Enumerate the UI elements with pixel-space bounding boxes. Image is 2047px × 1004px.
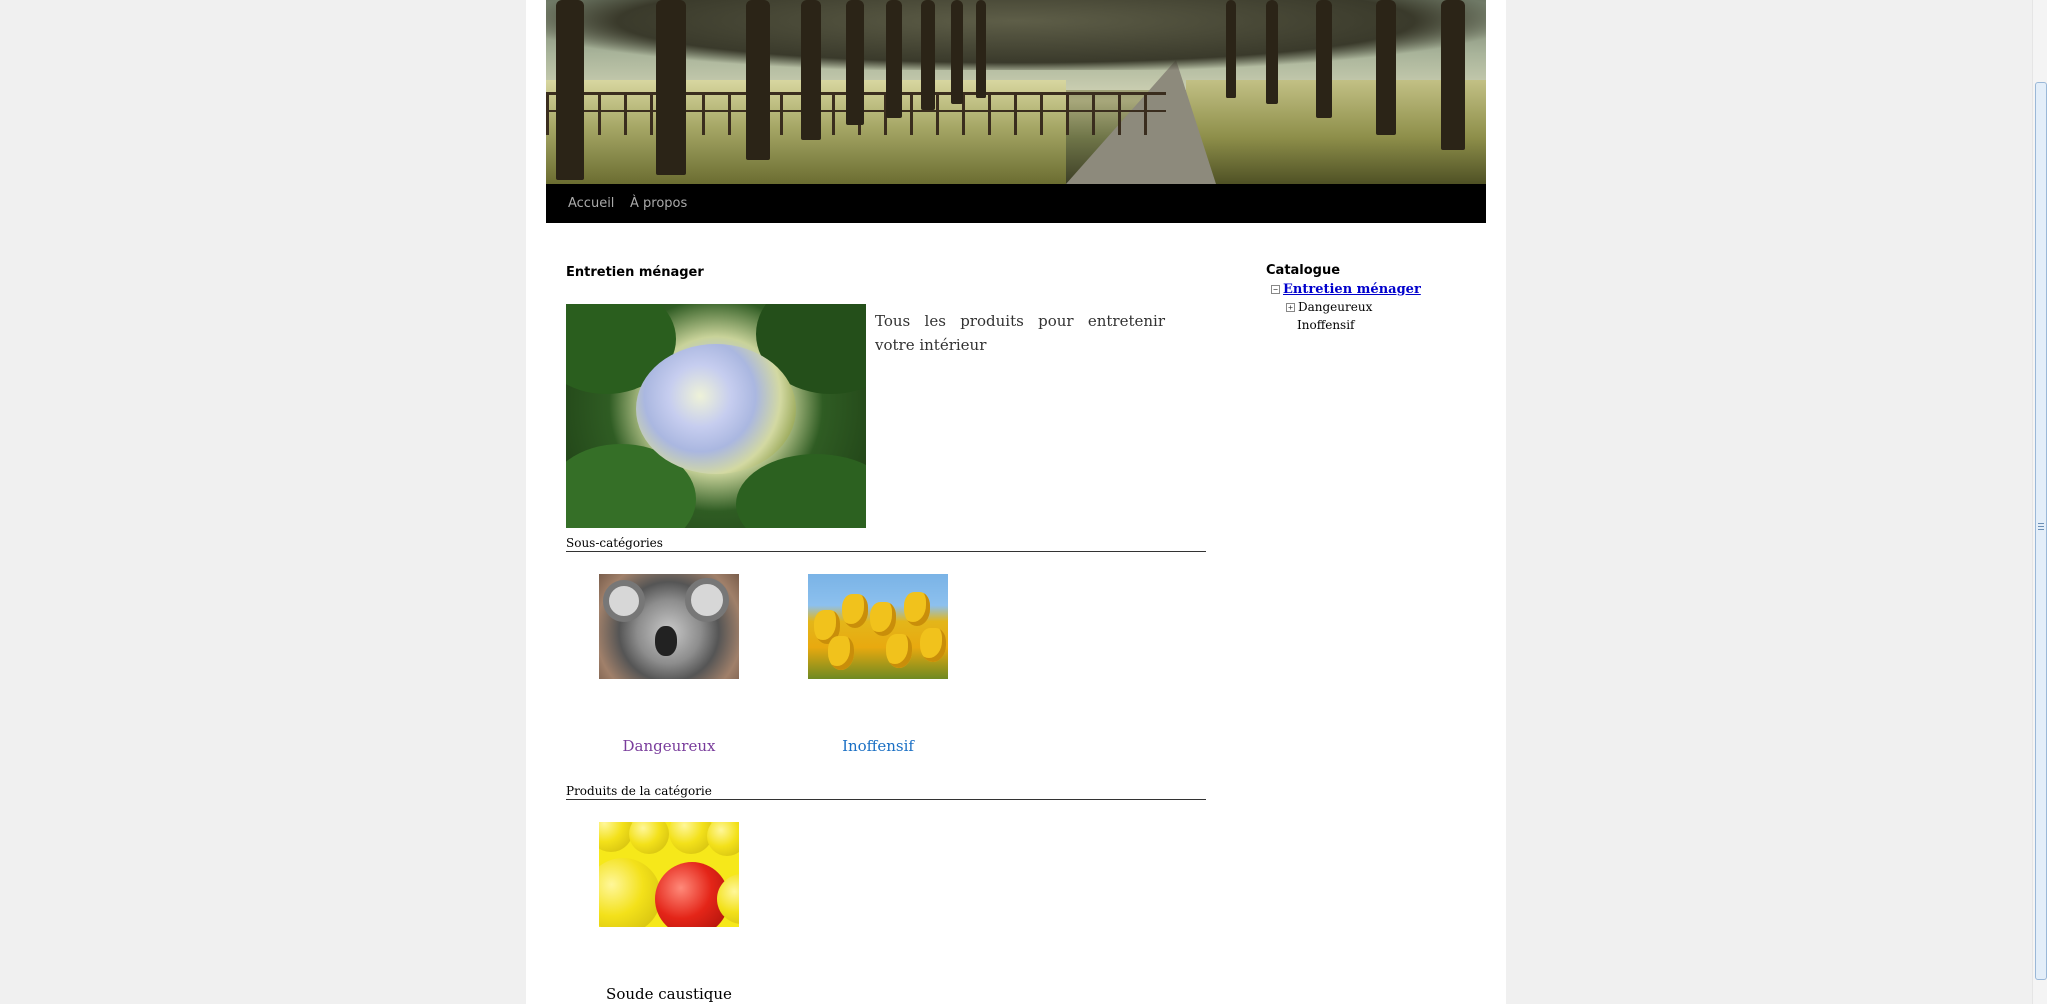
nav-link-home[interactable]: Accueil bbox=[568, 196, 614, 211]
tree-link-entretien-menager[interactable]: Entretien ménager bbox=[1283, 282, 1421, 297]
koala-nose bbox=[655, 626, 677, 656]
tree-label-inoffensif[interactable]: Inoffensif bbox=[1297, 318, 1355, 332]
smiley-ball bbox=[629, 822, 669, 854]
page-title: Entretien ménager bbox=[566, 265, 704, 280]
expand-toggle-icon[interactable]: + bbox=[1286, 303, 1295, 312]
tree-item-inoffensif: Inoffensif bbox=[1297, 318, 1355, 332]
subcategory-link-dangeureux[interactable]: Dangeureux bbox=[569, 737, 769, 755]
banner-tree bbox=[1376, 0, 1396, 135]
tree-label-dangeureux[interactable]: Dangeureux bbox=[1298, 300, 1372, 314]
banner-tree bbox=[1316, 0, 1332, 118]
banner-tree bbox=[556, 0, 584, 180]
banner-tree bbox=[886, 0, 902, 118]
koala-ear bbox=[685, 578, 729, 622]
banner-tree bbox=[746, 0, 770, 160]
banner-tree bbox=[1226, 0, 1236, 98]
vertical-scrollbar[interactable] bbox=[2032, 0, 2047, 1004]
main-navbar: Accueil À propos bbox=[546, 184, 1486, 223]
products-heading: Produits de la catégorie bbox=[566, 784, 1206, 800]
tree-item-entretien: − Entretien ménager bbox=[1271, 282, 1421, 297]
subcategory-link-inoffensif[interactable]: Inoffensif bbox=[778, 737, 978, 755]
smiley-balls-photo[interactable] bbox=[599, 822, 739, 927]
flower-cluster bbox=[636, 344, 796, 474]
tulips-photo[interactable] bbox=[808, 574, 948, 679]
banner-tree bbox=[1266, 0, 1278, 104]
hydrangea-photo bbox=[566, 304, 866, 528]
collapse-toggle-icon[interactable]: − bbox=[1271, 285, 1280, 294]
koala-photo[interactable] bbox=[599, 574, 739, 679]
scrollbar-grip-icon bbox=[2038, 523, 2044, 531]
tulip bbox=[842, 594, 868, 628]
nav-link-about[interactable]: À propos bbox=[630, 196, 687, 211]
smiley-ball bbox=[599, 822, 633, 852]
header-banner-image bbox=[546, 0, 1486, 184]
category-description: Tous les produits pour entretenir votre … bbox=[875, 312, 1165, 354]
page-container: Accueil À propos Entretien ménager Tous … bbox=[526, 0, 1506, 1004]
scrollbar-thumb[interactable] bbox=[2035, 82, 2047, 980]
tulip bbox=[920, 628, 946, 662]
tulip bbox=[886, 634, 912, 668]
tulip bbox=[904, 592, 930, 626]
banner-tree bbox=[846, 0, 864, 125]
banner-tree bbox=[801, 0, 821, 140]
banner-tree bbox=[1441, 0, 1465, 150]
smiley-ball bbox=[599, 858, 661, 927]
banner-tree bbox=[976, 0, 986, 98]
tree-item-dangeureux: + Dangeureux bbox=[1286, 300, 1372, 314]
product-link-soude-caustique[interactable]: Soude caustique bbox=[569, 985, 769, 1003]
koala-ear bbox=[603, 580, 645, 622]
banner-tree bbox=[656, 0, 686, 175]
tulip bbox=[828, 636, 854, 670]
sidebar-catalogue-title: Catalogue bbox=[1266, 263, 1341, 278]
banner-tree bbox=[921, 0, 935, 110]
smiley-ball bbox=[707, 822, 739, 856]
banner-canopy bbox=[546, 0, 1486, 70]
banner-tree bbox=[951, 0, 963, 104]
tulip bbox=[870, 602, 896, 636]
subcategories-heading: Sous-catégories bbox=[566, 536, 1206, 552]
